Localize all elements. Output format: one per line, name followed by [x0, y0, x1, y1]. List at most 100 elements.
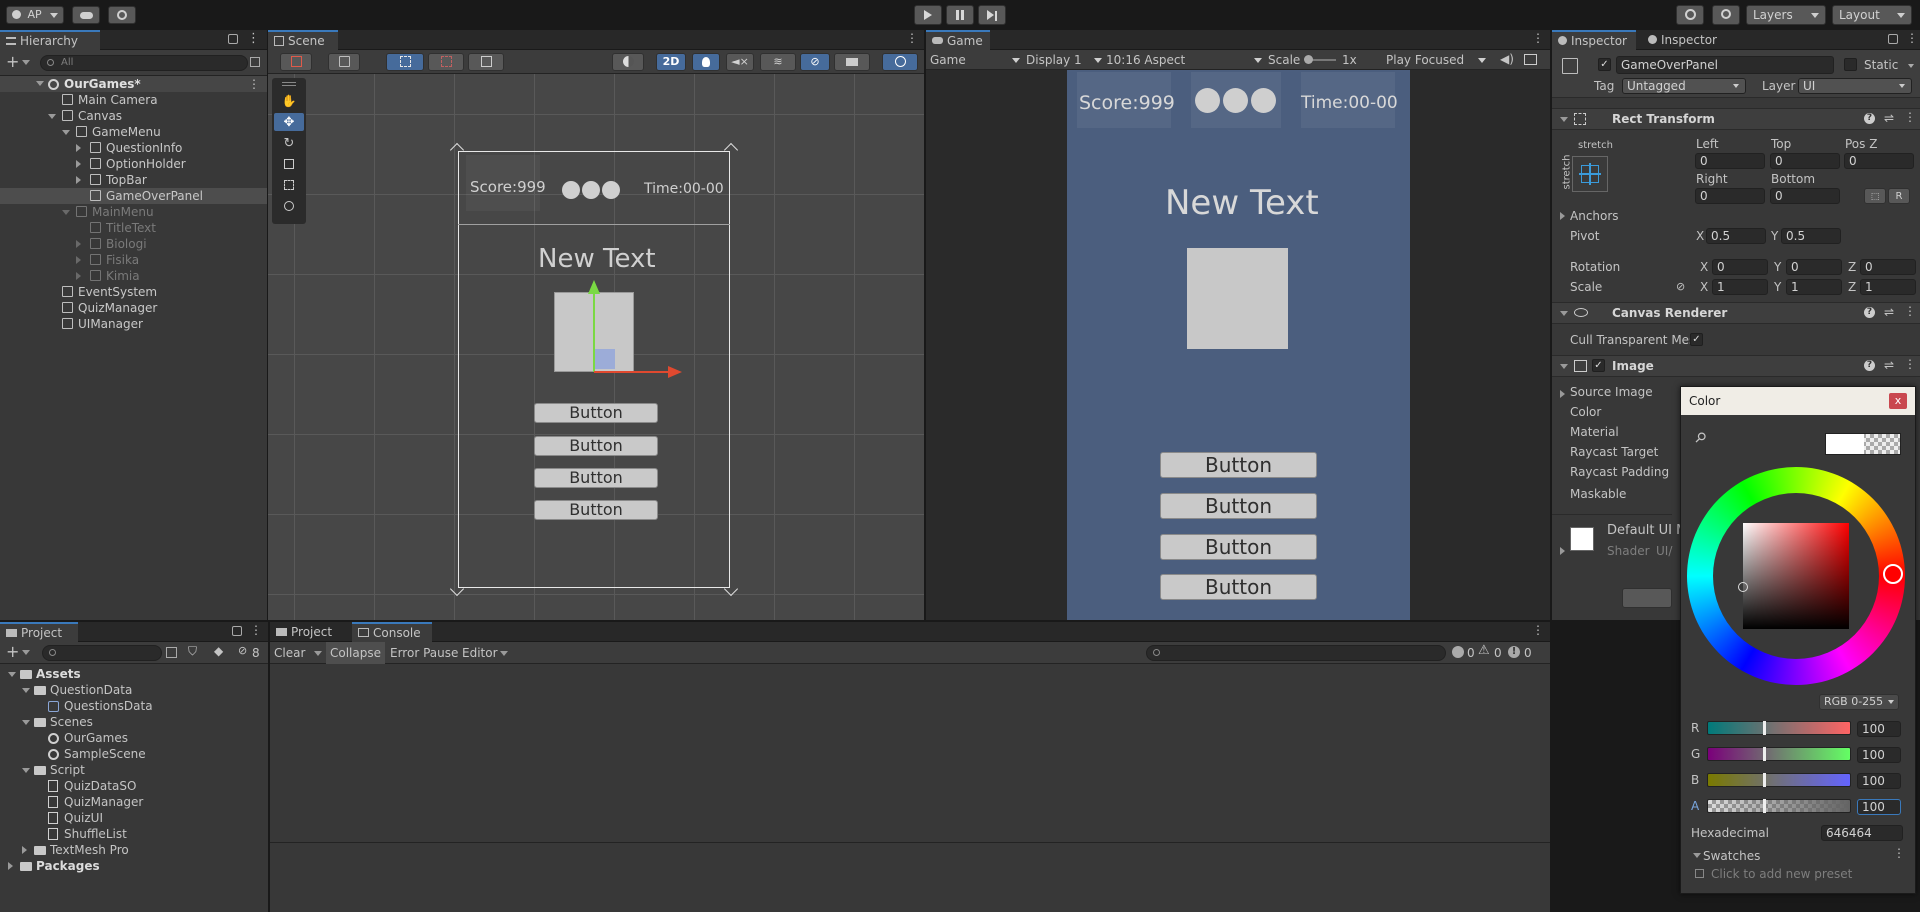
color-mode-dropdown[interactable]: RGB 0-255	[1819, 694, 1899, 710]
scale-z-input[interactable]: 1	[1860, 279, 1916, 295]
project-item[interactable]: Scenes	[0, 714, 268, 730]
shading-button[interactable]	[612, 53, 644, 71]
game-viewport[interactable]: Score:999 Time:00-00 New Text Button Butt…	[1067, 70, 1410, 620]
top-input[interactable]: 0	[1770, 153, 1840, 169]
chevron-down-icon[interactable]	[36, 81, 44, 86]
project-item[interactable]: ShuffleList	[0, 826, 268, 842]
error-icon[interactable]: !	[1508, 646, 1520, 658]
rect-transform-header[interactable]: Rect Transform ? ⇌ ⋮	[1552, 108, 1920, 130]
object-name-input[interactable]: GameOverPanel	[1616, 56, 1834, 74]
hierarchy-item[interactable]: Fisika	[0, 252, 267, 268]
hierarchy-item[interactable]: TitleText	[0, 220, 267, 236]
eyedropper-icon[interactable]: ⚲	[1691, 429, 1710, 448]
add-component-button[interactable]	[1622, 588, 1672, 608]
project-item[interactable]: Script	[0, 762, 268, 778]
chevron-down-icon[interactable]	[22, 768, 30, 773]
saturation-value-square[interactable]	[1743, 523, 1849, 629]
add-icon[interactable]: +	[6, 54, 19, 70]
chevron-right-icon[interactable]	[8, 862, 13, 870]
log-icon[interactable]	[1452, 646, 1464, 658]
render-mode-button[interactable]	[328, 53, 360, 71]
tab-hierarchy[interactable]: Hierarchy	[0, 30, 100, 50]
clear-button[interactable]: Clear	[274, 645, 305, 661]
kebab-menu-icon[interactable]: ⋮	[1906, 32, 1918, 44]
channel-slider[interactable]	[1707, 747, 1851, 761]
hierarchy-item[interactable]: GameMenu	[0, 124, 267, 140]
kebab-menu-icon[interactable]: ⋮	[247, 32, 260, 45]
checkbox[interactable]: ✓	[1592, 359, 1605, 372]
play-focused-dropdown[interactable]: Play Focused	[1386, 52, 1486, 68]
hierarchy-search-input[interactable]: All	[40, 55, 248, 71]
kebab-menu-icon[interactable]: ⋮	[1904, 358, 1916, 370]
preset-icon[interactable]: ⇌	[1884, 359, 1894, 371]
chevron-right-icon[interactable]	[76, 160, 81, 168]
mode-2d-button[interactable]: 2D	[656, 53, 686, 71]
hierarchy-item[interactable]: UIManager	[0, 316, 267, 332]
transform-tool-icon[interactable]	[274, 197, 304, 215]
tag-icon[interactable]: ◆	[214, 645, 223, 657]
layer-dropdown[interactable]: UI	[1798, 78, 1912, 94]
tab-project-2[interactable]: Project	[270, 622, 338, 642]
help-icon[interactable]: ?	[1864, 113, 1875, 124]
lock-icon[interactable]	[1888, 34, 1898, 44]
game-ui-button[interactable]: Button	[1160, 574, 1317, 600]
audio-button[interactable]: ◄×	[726, 53, 754, 71]
move-gizmo-x-arrow[interactable]	[668, 366, 682, 378]
hierarchy-item[interactable]: Main Camera	[0, 92, 267, 108]
chevron-down-icon[interactable]	[22, 720, 30, 725]
add-preset-label[interactable]: Click to add new preset	[1711, 866, 1852, 882]
scene-ui-button[interactable]: Button	[534, 403, 658, 423]
chevron-down-icon[interactable]	[22, 650, 30, 655]
tab-inspector-2[interactable]: Inspector	[1642, 30, 1732, 50]
gizmos-button[interactable]	[882, 53, 918, 71]
draw-mode-button[interactable]	[280, 53, 312, 71]
move-gizmo-plane[interactable]	[595, 349, 615, 369]
chevron-down-icon[interactable]	[8, 672, 16, 677]
move-tool-icon[interactable]: ✥	[274, 113, 304, 131]
project-item[interactable]: Packages	[0, 858, 268, 874]
tab-inspector[interactable]: Inspector	[1552, 30, 1636, 50]
scene-ui-button[interactable]: Button	[534, 436, 658, 456]
game-ui-button[interactable]: Button	[1160, 534, 1317, 560]
chevron-right-icon[interactable]	[1560, 390, 1565, 398]
chevron-right-icon[interactable]	[76, 176, 81, 184]
channel-value-input[interactable]: 100	[1857, 721, 1901, 737]
hierarchy-item[interactable]: GameOverPanel	[0, 188, 267, 204]
project-item[interactable]: SampleScene	[0, 746, 268, 762]
collab-button[interactable]	[108, 6, 136, 24]
lock-icon[interactable]	[232, 626, 242, 636]
chevron-down-icon[interactable]	[48, 114, 56, 119]
rotate-tool-icon[interactable]: ↻	[274, 134, 304, 152]
help-icon[interactable]: ?	[1864, 307, 1875, 318]
editor-dropdown[interactable]: Editor	[462, 645, 498, 661]
scene-ui-button[interactable]: Button	[534, 500, 658, 520]
rot-x-input[interactable]: 0	[1712, 259, 1768, 275]
layers-dropdown[interactable]: Layers	[1746, 5, 1826, 25]
collapse-button[interactable]: Collapse	[326, 642, 385, 664]
posz-input[interactable]: 0	[1844, 153, 1914, 169]
chevron-right-icon[interactable]	[76, 256, 81, 264]
tab-project[interactable]: Project	[0, 622, 78, 642]
channel-value-input[interactable]: 100	[1857, 773, 1901, 789]
chevron-down-icon[interactable]	[314, 651, 322, 656]
project-item[interactable]: QuestionsData	[0, 698, 268, 714]
hierarchy-item[interactable]: Canvas	[0, 108, 267, 124]
chevron-down-icon[interactable]	[22, 60, 30, 65]
left-input[interactable]: 0	[1695, 153, 1765, 169]
chevron-right-icon[interactable]	[76, 272, 81, 280]
hierarchy-item[interactable]: QuizManager	[0, 300, 267, 316]
scale-slider-thumb[interactable]	[1304, 55, 1313, 64]
aspect-dropdown[interactable]: 10:16 Aspect	[1106, 52, 1266, 68]
static-checkbox[interactable]	[1844, 58, 1857, 71]
channel-slider[interactable]	[1707, 721, 1851, 735]
channel-value-input[interactable]: 100	[1857, 747, 1901, 763]
chevron-down-icon[interactable]	[62, 210, 70, 215]
console-detail-area[interactable]	[270, 842, 1550, 912]
rot-z-input[interactable]: 0	[1860, 259, 1916, 275]
hex-input[interactable]: 646464	[1821, 825, 1903, 841]
image-header[interactable]: ✓ Image ? ⇌ ⋮	[1552, 355, 1920, 377]
project-item[interactable]: QuizDataSO	[0, 778, 268, 794]
pause-button[interactable]	[946, 5, 974, 25]
channel-slider[interactable]	[1707, 773, 1851, 787]
chevron-down-icon[interactable]	[22, 688, 30, 693]
